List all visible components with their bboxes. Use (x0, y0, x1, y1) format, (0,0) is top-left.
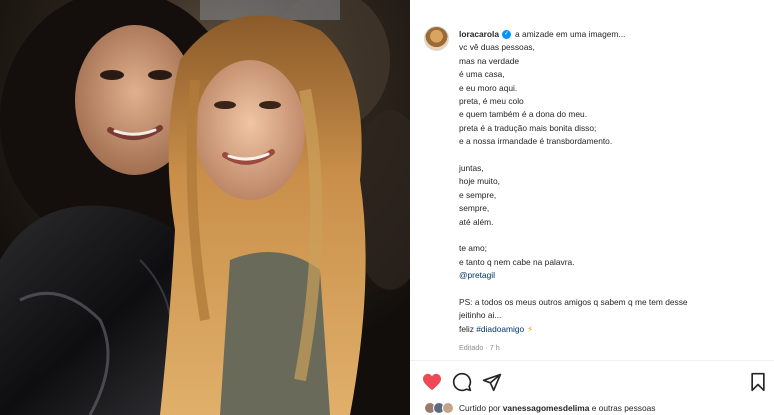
caption-gap (459, 229, 759, 242)
post-caption-area: loracarola ✓ a amizade em uma imagem... … (422, 24, 766, 354)
heart-filled-icon (423, 373, 441, 391)
hashtag-link[interactable]: #diadoamigo (476, 324, 524, 334)
caption-line: e a nossa irmandade é transbordamento. (459, 136, 613, 147)
caption-line: vc vê duas pessoas, (459, 42, 535, 53)
verified-badge-icon: ✓ (502, 30, 512, 40)
liker-avatar (442, 401, 454, 414)
author-username[interactable]: loracarola (459, 28, 499, 41)
likes-suffix: e outras pessoas (591, 402, 656, 413)
post-meta-time: Editado · 7 h (459, 343, 500, 353)
caption-ps: PS: a todos os meus outros amigos q sabe… (459, 296, 759, 323)
likes-user[interactable]: vanessagomesdelima (503, 403, 590, 413)
caption-ps-line: jeitinho ai... (459, 310, 502, 321)
share-button[interactable] (480, 370, 504, 394)
caption-line: juntas, (459, 163, 484, 174)
mention-link[interactable]: @pretagil (459, 269, 759, 282)
caption-line: preta, é meu colo (459, 96, 524, 107)
caption-line: é uma casa, (459, 69, 505, 80)
caption-line: e quem também é a dona do meu. (459, 109, 588, 120)
share-icon (482, 373, 502, 392)
caption-line: hoje muito, (459, 176, 500, 187)
actions-divider (410, 360, 774, 361)
post-actions-bar (420, 370, 770, 394)
lightning-emoji-icon: ⚡ (527, 323, 534, 334)
bookmark-icon (751, 372, 765, 392)
caption-feliz-line: feliz #diadoamigo ⚡ (459, 323, 759, 336)
caption-line: preta é a tradução mais bonita disso; (459, 122, 597, 133)
caption-gap (459, 149, 759, 162)
caption-header: loracarola ✓ a amizade em uma imagem... (459, 28, 759, 41)
caption-ps-line: PS: a todos os meus outros amigos q sabe… (459, 297, 688, 308)
caption-gap (459, 283, 759, 296)
caption-first-line: a amizade em uma imagem... (515, 29, 626, 39)
likes-prefix: Curtido por (459, 402, 501, 413)
caption-text: loracarola ✓ a amizade em uma imagem... … (459, 28, 759, 355)
caption-line: e tanto q nem cabe na palavra. (459, 256, 575, 267)
caption-line: até além. (459, 216, 494, 227)
comment-icon (452, 372, 472, 392)
caption-line: e sempre, (459, 189, 497, 200)
caption-body: vc vê duas pessoas, mas na verdade é uma c… (459, 41, 759, 269)
author-avatar[interactable] (424, 26, 449, 51)
post-photo[interactable] (0, 0, 410, 415)
like-button[interactable] (420, 370, 444, 394)
caption-line: te amo; (459, 243, 487, 254)
liker-avatars (424, 401, 454, 414)
comment-button[interactable] (450, 370, 474, 394)
photo-two-women-image (0, 0, 410, 415)
caption-line: sempre, (459, 203, 490, 214)
caption-line: mas na verdade (459, 55, 520, 66)
caption-line: e eu moro aqui. (459, 82, 518, 93)
save-button[interactable] (746, 370, 770, 394)
post-side-panel: loracarola ✓ a amizade em uma imagem... … (410, 0, 774, 415)
likes-summary[interactable]: Curtido por vanessagomesdelima e outras … (424, 400, 655, 415)
feliz-text: feliz (459, 323, 474, 334)
